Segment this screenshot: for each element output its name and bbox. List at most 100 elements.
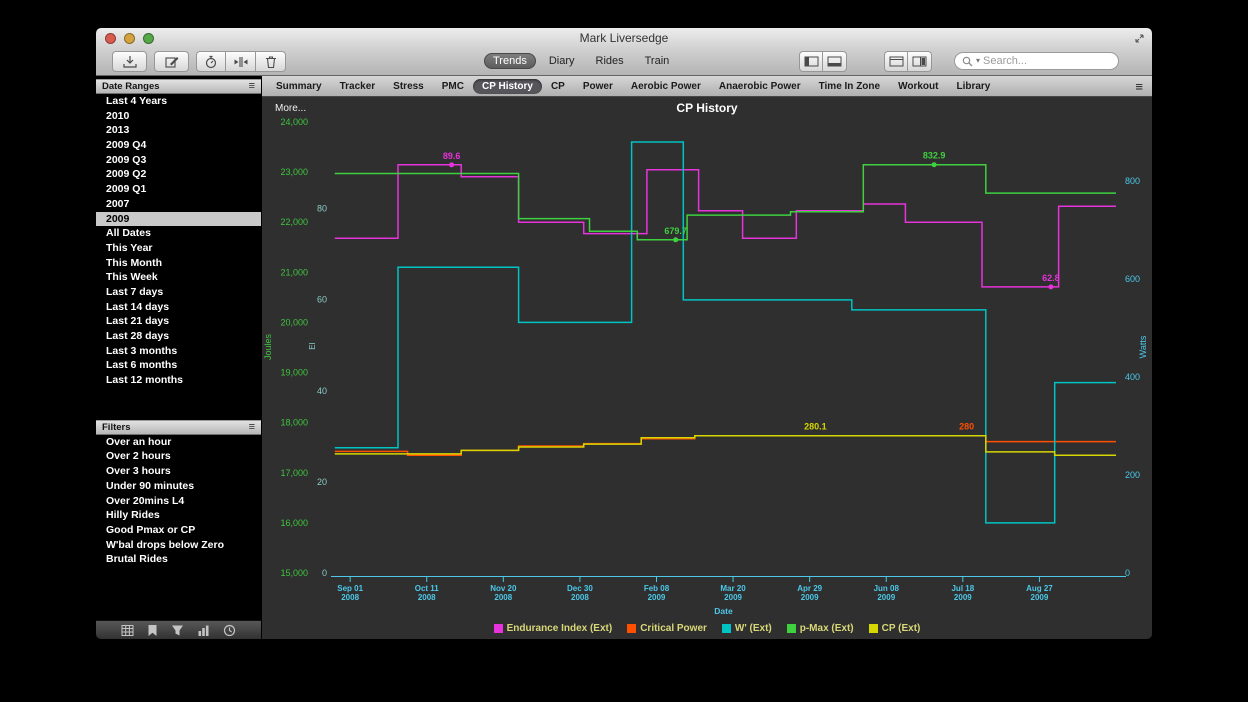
bottom-pane-icon	[827, 56, 842, 67]
ei-axis-title: EI	[308, 342, 317, 350]
x-tick-date: Jun 08	[874, 584, 900, 593]
fullscreen-icon[interactable]	[1134, 33, 1145, 44]
legend-label: Critical Power	[640, 623, 707, 634]
clock-icon[interactable]	[223, 624, 236, 637]
date-range-2009-q1[interactable]: 2009 Q1	[96, 182, 261, 197]
filter-over-20mins-l4[interactable]: Over 20mins L4	[96, 494, 261, 509]
x-tick-year: 2008	[494, 593, 512, 602]
date-range-this-year[interactable]: This Year	[96, 241, 261, 256]
search-input[interactable]	[983, 55, 1111, 67]
date-range-last-6-months[interactable]: Last 6 months	[96, 358, 261, 373]
filters-menu-icon[interactable]: ≡	[249, 422, 255, 433]
date-range-last-21-days[interactable]: Last 21 days	[96, 314, 261, 329]
filter-over-an-hour[interactable]: Over an hour	[96, 435, 261, 450]
tab-power[interactable]: Power	[574, 79, 622, 94]
value-annotation: 679.7	[664, 226, 687, 236]
joules-tick-label: 22,000	[280, 217, 308, 227]
ei-tick-label: 80	[317, 204, 327, 214]
date-range-2010[interactable]: 2010	[96, 109, 261, 124]
value-annotation: 89.6	[443, 151, 461, 161]
window-title: Mark Liversedge	[96, 31, 1152, 45]
bookmark-icon[interactable]	[147, 624, 158, 637]
view-segment-diary[interactable]: Diary	[541, 54, 583, 68]
tab-aerobic-power[interactable]: Aerobic Power	[622, 79, 710, 94]
bar-chart-icon[interactable]	[197, 624, 210, 637]
export-button[interactable]	[112, 51, 147, 72]
x-tick-year: 2008	[571, 593, 589, 602]
filter-under-90-minutes[interactable]: Under 90 minutes	[96, 479, 261, 494]
date-range-last-3-months[interactable]: Last 3 months	[96, 344, 261, 359]
date-range-this-month[interactable]: This Month	[96, 256, 261, 271]
view-segment-rides[interactable]: Rides	[588, 54, 632, 68]
tab-library[interactable]: Library	[947, 79, 999, 94]
tab-cp[interactable]: CP	[542, 79, 574, 94]
legend-swatch	[787, 624, 796, 633]
chart-tabbar: SummaryTrackerStressPMCCP HistoryCPPower…	[262, 76, 1152, 97]
date-range-last-28-days[interactable]: Last 28 days	[96, 329, 261, 344]
filters-header: Filters ≡	[96, 420, 261, 435]
watts-axis-title: Watts	[1138, 335, 1148, 358]
legend-item-p-max-ext: p-Max (Ext)	[787, 623, 854, 634]
tab-tracker[interactable]: Tracker	[331, 79, 385, 94]
date-range-2009-q4[interactable]: 2009 Q4	[96, 138, 261, 153]
sidebar-pane-icon	[804, 56, 819, 67]
filter-brutal-rides[interactable]: Brutal Rides	[96, 552, 261, 567]
tab-summary[interactable]: Summary	[267, 79, 331, 94]
date-range-last-12-months[interactable]: Last 12 months	[96, 373, 261, 388]
toolbar-button-group	[196, 51, 286, 72]
tabbar-menu-icon[interactable]: ≡	[1135, 80, 1143, 93]
delete-button[interactable]	[256, 51, 286, 72]
search-scope-chevron-icon[interactable]: ▾	[976, 57, 980, 65]
compare-button[interactable]	[226, 51, 256, 72]
date-range-2009-q3[interactable]: 2009 Q3	[96, 153, 261, 168]
download-tray-icon	[122, 55, 138, 69]
tab-anaerobic-power[interactable]: Anaerobic Power	[710, 79, 810, 94]
date-range-2007[interactable]: 2007	[96, 197, 261, 212]
date-range-2009-q2[interactable]: 2009 Q2	[96, 167, 261, 182]
view-switcher: Trends Diary Rides Train	[484, 53, 677, 69]
date-range-all-dates[interactable]: All Dates	[96, 226, 261, 241]
x-tick-date: Sep 01	[337, 584, 363, 593]
joules-axis-title: Joules	[263, 333, 273, 360]
date-range-last-7-days[interactable]: Last 7 days	[96, 285, 261, 300]
tab-stress[interactable]: Stress	[384, 79, 433, 94]
stopwatch-icon	[203, 55, 219, 69]
date-range-2009[interactable]: 2009	[96, 212, 261, 227]
date-range-last-14-days[interactable]: Last 14 days	[96, 300, 261, 315]
value-annotation: 280	[959, 422, 974, 432]
tab-cp-history[interactable]: CP History	[473, 79, 542, 94]
tab-workout[interactable]: Workout	[889, 79, 947, 94]
x-tick-year: 2009	[877, 593, 895, 602]
calendar-grid-icon[interactable]	[121, 624, 134, 637]
x-tick-date: Jul 18	[951, 584, 974, 593]
filter-good-pmax-or-cp[interactable]: Good Pmax or CP	[96, 523, 261, 538]
date-ranges-menu-icon[interactable]: ≡	[249, 81, 255, 92]
tab-pmc[interactable]: PMC	[433, 79, 473, 94]
date-range-this-week[interactable]: This Week	[96, 270, 261, 285]
stopwatch-button[interactable]	[196, 51, 226, 72]
tab-time-in-zone[interactable]: Time In Zone	[810, 79, 890, 94]
filter-over-2-hours[interactable]: Over 2 hours	[96, 449, 261, 464]
toggle-lowbar-button[interactable]	[823, 51, 847, 72]
main-area: SummaryTrackerStressPMCCP HistoryCPPower…	[261, 76, 1152, 639]
x-tick-year: 2009	[648, 593, 666, 602]
filter-funnel-icon[interactable]	[171, 624, 184, 637]
tabbed-view-button[interactable]	[884, 51, 908, 72]
single-pane-icon	[889, 56, 904, 67]
search-field[interactable]: ▾	[954, 52, 1119, 70]
layout-toggle-group	[884, 51, 932, 72]
joules-tick-label: 24,000	[280, 117, 308, 127]
view-segment-train[interactable]: Train	[637, 54, 678, 68]
date-range-last-4-years[interactable]: Last 4 Years	[96, 94, 261, 109]
tiled-view-button[interactable]	[908, 51, 932, 72]
view-segment-trends[interactable]: Trends	[484, 53, 536, 69]
joules-tick-label: 16,000	[280, 518, 308, 528]
date-range-2013[interactable]: 2013	[96, 123, 261, 138]
filter-hilly-rides[interactable]: Hilly Rides	[96, 508, 261, 523]
filter-over-3-hours[interactable]: Over 3 hours	[96, 464, 261, 479]
edit-button[interactable]	[154, 51, 189, 72]
toggle-sidebar-button[interactable]	[799, 51, 823, 72]
filter-w-bal-drops-below-zero[interactable]: W'bal drops below Zero	[96, 538, 261, 553]
chart-panel: More... CP History Sep 012008Oct 112008N…	[262, 97, 1152, 639]
series-cp-ext	[335, 436, 1116, 456]
